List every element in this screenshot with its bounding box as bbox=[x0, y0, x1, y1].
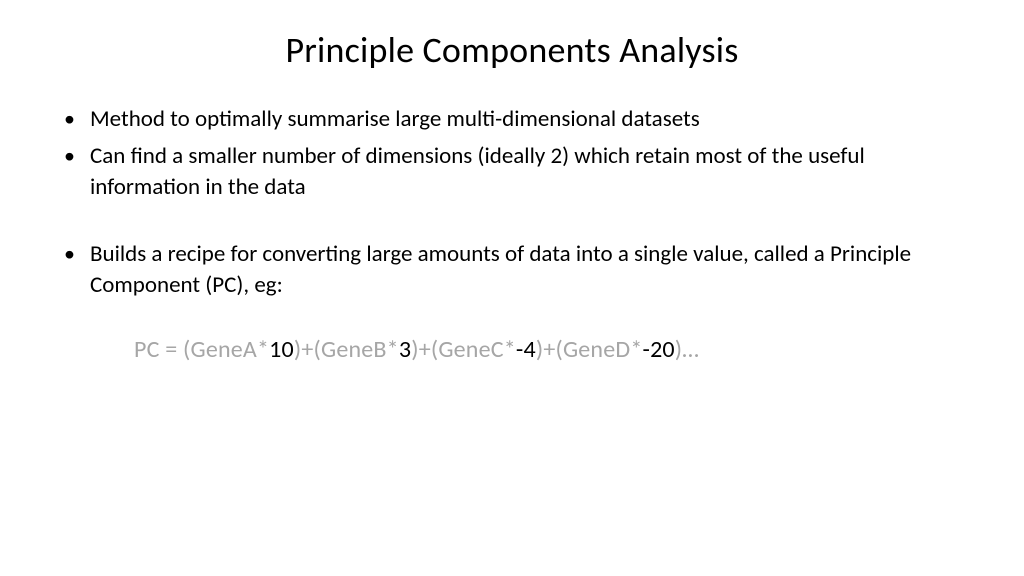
eq-number: -20 bbox=[643, 335, 675, 364]
eq-number: 10 bbox=[269, 335, 294, 364]
bullet-list: Builds a recipe for converting large amo… bbox=[56, 239, 968, 301]
eq-part: )+(GeneB* bbox=[294, 335, 399, 364]
eq-number: -4 bbox=[516, 335, 536, 364]
bullet-list: Method to optimally summarise large mult… bbox=[56, 104, 968, 203]
eq-part: )+(GeneC* bbox=[411, 335, 516, 364]
bullet-item: Method to optimally summarise large mult… bbox=[56, 104, 968, 135]
spacer bbox=[56, 209, 968, 239]
equation: PC = (GeneA*10)+(GeneB*3)+(GeneC*-4)+(Ge… bbox=[56, 335, 968, 364]
eq-part: )… bbox=[675, 335, 699, 364]
bullet-item: Can find a smaller number of dimensions … bbox=[56, 141, 968, 203]
slide-title: Principle Components Analysis bbox=[56, 28, 968, 72]
eq-number: 3 bbox=[399, 335, 411, 364]
eq-part: PC = (GeneA* bbox=[134, 335, 269, 364]
eq-part: )+(GeneD* bbox=[536, 335, 643, 364]
bullet-item: Builds a recipe for converting large amo… bbox=[56, 239, 968, 301]
